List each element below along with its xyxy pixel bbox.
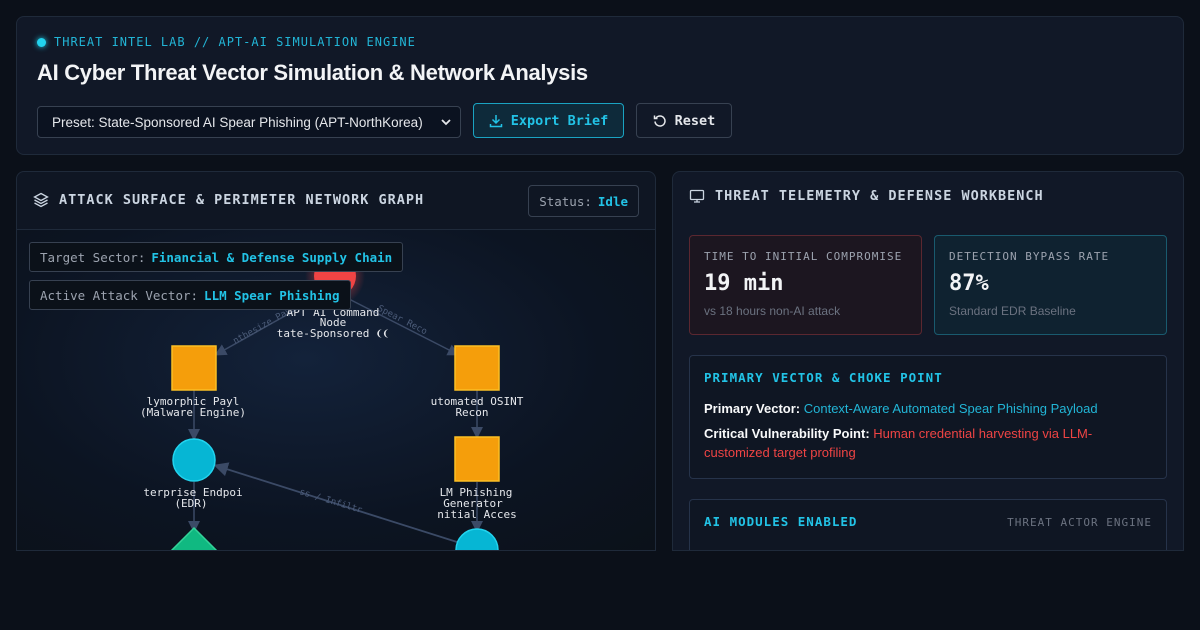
monitor-icon xyxy=(689,189,705,203)
reset-label: Reset xyxy=(674,112,716,129)
export-brief-button[interactable]: Export Brief xyxy=(473,103,624,138)
attack-vector-label: Active Attack Vector: xyxy=(40,287,199,303)
network-graph-canvas[interactable]: nthesize Pay Spear Reco ss / Infiltr APT… xyxy=(17,230,655,551)
layers-icon xyxy=(33,192,49,208)
page-title: AI Cyber Threat Vector Simulation & Netw… xyxy=(37,60,588,85)
detection-bypass-sub: Standard EDR Baseline xyxy=(949,304,1076,318)
osint-node[interactable] xyxy=(454,345,500,391)
edge-label-infiltrate: ss / Infiltr xyxy=(298,487,364,516)
network-graph-svg: nthesize Pay Spear Reco ss / Infiltr APT… xyxy=(140,246,524,551)
reset-button[interactable]: Reset xyxy=(636,103,732,138)
vulnerability-label: Critical Vulnerability Point: xyxy=(704,426,870,441)
target-sector-value: Financial & Defense Supply Chain xyxy=(151,249,393,265)
time-to-compromise-card: TIME TO INITIAL COMPROMISE 19 min vs 18 … xyxy=(689,235,922,335)
live-dot-icon xyxy=(37,37,46,47)
detection-bypass-label: DETECTION BYPASS RATE xyxy=(949,250,1110,263)
eyebrow: THREAT INTEL LAB // APT-AI SIMULATION EN… xyxy=(37,35,416,49)
preset-select-value: Preset: State-Sponsored AI Spear Phishin… xyxy=(52,114,423,130)
ai-modules-box: AI MODULES ENABLED THREAT ACTOR ENGINE xyxy=(689,499,1167,550)
payload-node-label-2: (Malware Engine) xyxy=(140,406,246,419)
primary-vector-line: Primary Vector: Context-Aware Automated … xyxy=(704,399,1152,418)
osint-node-label-2: Recon xyxy=(455,406,488,419)
vulnerability-line: Critical Vulnerability Point: Human cred… xyxy=(704,424,1152,462)
threat-actor-engine-tag: THREAT ACTOR ENGINE xyxy=(1007,516,1152,529)
download-icon xyxy=(489,114,502,127)
telemetry-title-text: THREAT TELEMETRY & DEFENSE WORKBENCH xyxy=(715,188,1044,204)
target-sector-chip: Target Sector: Financial & Defense Suppl… xyxy=(29,242,404,272)
status-label: Status: xyxy=(539,193,592,209)
telemetry-panel: THREAT TELEMETRY & DEFENSE WORKBENCH TIM… xyxy=(672,171,1184,551)
status-badge: Status: Idle xyxy=(528,185,639,217)
status-value: Idle xyxy=(597,193,628,209)
primary-vector-label: Primary Vector: xyxy=(704,401,801,416)
chevron-down-icon xyxy=(441,119,451,126)
c2-node-label-3: tate-Sponsored ❨❨ xyxy=(277,327,390,340)
primary-vector-value: Context-Aware Automated Spear Phishing P… xyxy=(803,401,1098,416)
reset-icon xyxy=(653,114,666,127)
time-to-compromise-label: TIME TO INITIAL COMPROMISE xyxy=(704,250,903,263)
network-graph-title: ATTACK SURFACE & PERIMETER NETWORK GRAPH xyxy=(33,192,424,208)
network-graph-panel-header: ATTACK SURFACE & PERIMETER NETWORK GRAPH… xyxy=(17,172,655,230)
primary-vector-heading: PRIMARY VECTOR & CHOKE POINT xyxy=(704,370,943,385)
network-graph-panel: ATTACK SURFACE & PERIMETER NETWORK GRAPH… xyxy=(16,171,656,551)
header-card: THREAT INTEL LAB // APT-AI SIMULATION EN… xyxy=(16,16,1184,155)
time-to-compromise-sub: vs 18 hours non-AI attack xyxy=(704,304,841,318)
target-sector-label: Target Sector: xyxy=(40,249,146,265)
attack-vector-chip: Active Attack Vector: LLM Spear Phishing xyxy=(29,280,351,310)
primary-vector-box: PRIMARY VECTOR & CHOKE POINT Primary Vec… xyxy=(689,355,1167,479)
detection-bypass-card: DETECTION BYPASS RATE 87% Standard EDR B… xyxy=(934,235,1167,335)
time-to-compromise-value: 19 min xyxy=(704,271,784,296)
endpoint-node[interactable] xyxy=(172,438,216,482)
diamond-node[interactable] xyxy=(170,526,218,551)
preset-select[interactable]: Preset: State-Sponsored AI Spear Phishin… xyxy=(37,106,461,138)
payload-node[interactable] xyxy=(171,345,217,391)
phishing-node-label-3: nitial Acces xyxy=(437,508,516,521)
export-brief-label: Export Brief xyxy=(510,112,609,129)
mailbox-node[interactable] xyxy=(455,528,499,551)
phishing-node[interactable] xyxy=(454,436,500,482)
network-graph-title-text: ATTACK SURFACE & PERIMETER NETWORK GRAPH xyxy=(59,192,425,208)
attack-vector-value: LLM Spear Phishing xyxy=(204,287,340,303)
telemetry-title: THREAT TELEMETRY & DEFENSE WORKBENCH xyxy=(689,188,1044,204)
detection-bypass-value: 87% xyxy=(949,271,989,296)
eyebrow-text: THREAT INTEL LAB // APT-AI SIMULATION EN… xyxy=(54,35,416,49)
endpoint-node-label-2: (EDR) xyxy=(174,497,207,510)
